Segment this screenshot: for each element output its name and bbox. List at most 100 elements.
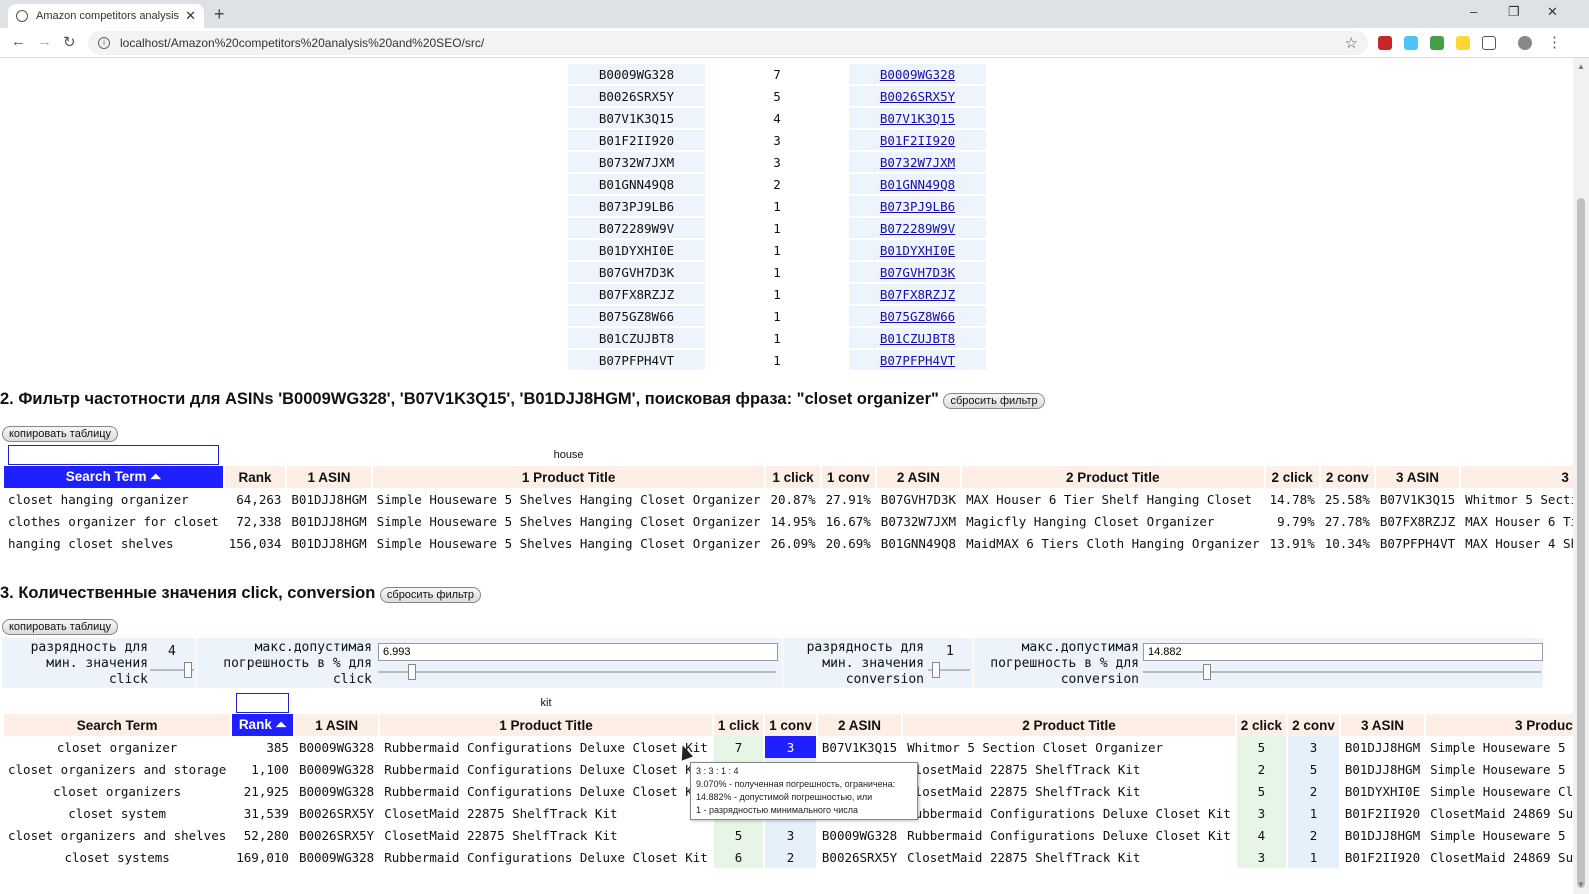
asin-link[interactable]: B0026SRX5Y xyxy=(880,89,955,104)
back-icon[interactable]: ← xyxy=(11,33,26,50)
cell-click-2[interactable]: 3 xyxy=(1236,802,1287,824)
slider-handle[interactable] xyxy=(932,662,940,678)
cell-click-1[interactable]: 20.87% xyxy=(766,488,820,510)
cell-conv-1[interactable]: 3 xyxy=(765,824,816,846)
cell-conv-2[interactable]: 27.78% xyxy=(1320,510,1374,532)
cell-conv-1[interactable]: 2 xyxy=(765,846,816,868)
menu-icon[interactable]: ⋮ xyxy=(1547,33,1562,51)
cell-click-2[interactable]: 5 xyxy=(1236,780,1287,802)
forward-icon[interactable]: → xyxy=(37,33,52,50)
conv-tolerance-slider[interactable] xyxy=(1143,664,1541,680)
asin-link[interactable]: B01F2II920 xyxy=(880,133,955,148)
column-header-asin-3[interactable]: 3 ASIN xyxy=(1375,466,1460,488)
cell-click-1[interactable]: 26.09% xyxy=(766,532,820,554)
column-header-product-title-3[interactable]: 3 Product Title xyxy=(1426,714,1573,736)
click-tolerance-slider[interactable] xyxy=(378,664,776,680)
column-header-search-term[interactable]: Search Term xyxy=(4,714,231,736)
cell-click-2[interactable]: 14.78% xyxy=(1265,488,1319,510)
slider-handle[interactable] xyxy=(184,662,192,678)
tab-close-icon[interactable]: ✕ xyxy=(185,8,196,24)
cell-conv-1[interactable]: 27.91% xyxy=(821,488,875,510)
title-filter-text[interactable]: kit xyxy=(380,692,712,714)
info-icon[interactable]: i xyxy=(98,37,110,49)
extension-icon[interactable] xyxy=(1430,36,1444,50)
section3-reset-filter-button[interactable]: сбросить фильтр xyxy=(379,587,482,603)
cell-conv-2[interactable]: 2 xyxy=(1288,824,1339,846)
profile-avatar[interactable] xyxy=(1518,36,1532,50)
scroll-up-icon[interactable]: ▲ xyxy=(1577,62,1585,71)
cell-click-2[interactable]: 9.79% xyxy=(1265,510,1319,532)
column-header-conv-1[interactable]: 1 conv xyxy=(765,714,816,736)
column-header-product-title-1[interactable]: 1 Product Title xyxy=(380,714,712,736)
title-filter-text[interactable]: house xyxy=(373,444,765,466)
cell-conv-2[interactable]: 10.34% xyxy=(1320,532,1374,554)
cell-conv-1[interactable]: 20.69% xyxy=(821,532,875,554)
cell-click-2[interactable]: 13.91% xyxy=(1265,532,1319,554)
minimize-button[interactable]: – xyxy=(1470,4,1477,19)
asin-link[interactable]: B07PFPH4VT xyxy=(880,353,955,368)
cell-click-1[interactable]: 7 xyxy=(713,736,764,758)
column-header-asin-2[interactable]: 2 ASIN xyxy=(876,466,961,488)
restore-button[interactable]: ❐ xyxy=(1508,4,1520,20)
cell-conv-2[interactable]: 3 xyxy=(1288,736,1339,758)
column-header-click-1[interactable]: 1 click xyxy=(766,466,820,488)
asin-link[interactable]: B07V1K3Q15 xyxy=(880,111,955,126)
search-term-filter-input[interactable] xyxy=(8,445,219,465)
cell-click-1[interactable]: 5 xyxy=(713,824,764,846)
cell-click-2[interactable]: 5 xyxy=(1236,736,1287,758)
column-header-click-2[interactable]: 2 click xyxy=(1236,714,1287,736)
extension-icon[interactable] xyxy=(1404,36,1418,50)
column-header-conv-2[interactable]: 2 conv xyxy=(1288,714,1339,736)
column-header-rank[interactable]: Rank xyxy=(224,466,286,488)
asin-link[interactable]: B0009WG328 xyxy=(880,67,955,82)
conv-digits-slider[interactable] xyxy=(928,662,970,678)
column-header-product-title-2[interactable]: 2 Product Title xyxy=(903,714,1235,736)
column-header-click-1[interactable]: 1 click xyxy=(713,714,764,736)
column-header-asin-2[interactable]: 2 ASIN xyxy=(817,714,902,736)
pocket-icon[interactable] xyxy=(1482,36,1496,50)
column-header-asin-1[interactable]: 1 ASIN xyxy=(287,466,371,488)
column-header-rank[interactable]: Rank ⏶ xyxy=(232,714,293,736)
click-digits-slider[interactable] xyxy=(150,662,194,678)
cell-conv-2[interactable]: 2 xyxy=(1288,780,1339,802)
cell-conv-2[interactable]: 1 xyxy=(1288,846,1339,868)
section2-reset-filter-button[interactable]: сбросить фильтр xyxy=(943,393,1045,409)
column-header-search-term[interactable]: Search Term ⏶ xyxy=(4,466,223,488)
extension-icon[interactable] xyxy=(1456,36,1470,50)
asin-link[interactable]: B075GZ8W66 xyxy=(880,309,955,324)
slider-handle[interactable] xyxy=(1203,664,1211,680)
ublock-icon[interactable] xyxy=(1378,36,1392,50)
asin-link[interactable]: B072289W9V xyxy=(880,221,955,236)
vertical-scrollbar[interactable]: ▲ ▼ xyxy=(1573,58,1589,894)
cell-click-2[interactable]: 2 xyxy=(1236,758,1287,780)
click-tolerance-input[interactable] xyxy=(378,643,778,661)
column-header-product-title-3[interactable]: 3 Product Title xyxy=(1461,466,1573,488)
rank-filter-input[interactable] xyxy=(236,693,289,713)
column-header-asin-3[interactable]: 3 ASIN xyxy=(1340,714,1425,736)
column-header-conv-1[interactable]: 1 conv xyxy=(821,466,875,488)
cell-conv-1[interactable]: 3 xyxy=(765,736,816,758)
cell-click-2[interactable]: 4 xyxy=(1236,824,1287,846)
reload-icon[interactable]: ↻ xyxy=(63,33,76,51)
scrollbar-thumb[interactable] xyxy=(1577,198,1585,888)
conv-tolerance-input[interactable] xyxy=(1143,643,1543,661)
cell-click-2[interactable]: 3 xyxy=(1236,846,1287,868)
asin-link[interactable]: B07GVH7D3K xyxy=(880,265,955,280)
asin-link[interactable]: B01CZUJBT8 xyxy=(880,331,955,346)
cell-conv-2[interactable]: 1 xyxy=(1288,802,1339,824)
cell-conv-1[interactable]: 16.67% xyxy=(821,510,875,532)
cell-conv-2[interactable]: 25.58% xyxy=(1320,488,1374,510)
slider-handle[interactable] xyxy=(408,664,416,680)
new-tab-button[interactable]: + xyxy=(214,4,225,25)
section2-copy-table-button[interactable]: копировать таблицу xyxy=(2,426,119,442)
asin-link[interactable]: B07FX8RZJZ xyxy=(880,287,955,302)
section3-copy-table-button[interactable]: копировать таблицу xyxy=(2,619,119,635)
address-bar[interactable]: i localhost/Amazon%20competitors%20analy… xyxy=(88,31,1368,55)
browser-tab[interactable]: Amazon competitors analysis an ✕ xyxy=(8,4,204,28)
column-header-product-title-1[interactable]: 1 Product Title xyxy=(372,466,765,488)
cell-click-1[interactable]: 6 xyxy=(713,846,764,868)
cell-conv-2[interactable]: 5 xyxy=(1288,758,1339,780)
asin-link[interactable]: B01GNN49Q8 xyxy=(880,177,955,192)
scroll-down-icon[interactable]: ▼ xyxy=(1577,880,1585,889)
bookmark-star-icon[interactable]: ☆ xyxy=(1345,34,1358,52)
